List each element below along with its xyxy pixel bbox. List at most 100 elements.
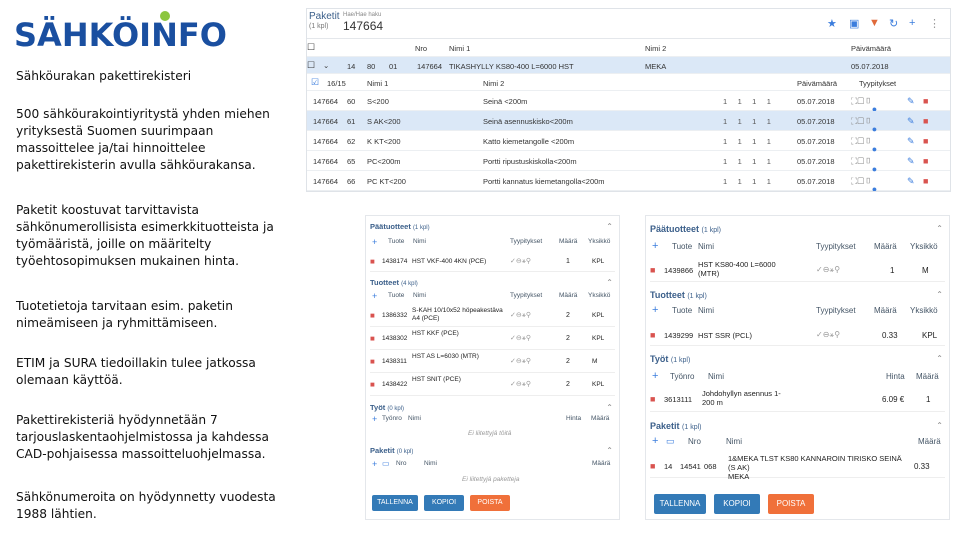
- trash-icon[interactable]: ■: [370, 311, 375, 320]
- refresh-icon[interactable]: ↻: [889, 17, 898, 30]
- save-button[interactable]: TALLENNA: [654, 494, 706, 514]
- type-icons[interactable]: ✓⊖⚹⚲: [510, 257, 531, 266]
- add-icon[interactable]: +: [652, 304, 658, 316]
- trash-icon[interactable]: ■: [923, 176, 928, 186]
- delete-button[interactable]: POISTA: [470, 495, 510, 511]
- collapse-icon[interactable]: ⌃: [606, 446, 613, 455]
- type-icons[interactable]: ✓⊖⚹⚲: [510, 380, 531, 389]
- package-row[interactable]: ■ 14 14541 068 1&MEKA TLST KS80 KANNAROI…: [650, 452, 945, 481]
- trash-icon[interactable]: ■: [650, 265, 655, 275]
- folder-icon[interactable]: ▭: [382, 459, 390, 468]
- package-editor-large: Päätuotteet (1 kpl) ⌃ + Tuote Nimi Tyypi…: [645, 215, 950, 520]
- intro-paragraph-6: Sähkönumeroita on hyödynnetty vuodesta 1…: [16, 490, 276, 521]
- row-action-icons[interactable]: ⛶▢▯ ●: [851, 96, 877, 114]
- edit-icon[interactable]: ✎: [907, 136, 915, 147]
- add-icon[interactable]: +: [372, 291, 377, 301]
- copy-button[interactable]: KOPIOI: [714, 494, 760, 514]
- add-icon[interactable]: +: [652, 435, 658, 447]
- product-row[interactable]: ■ 1386332 S-KAH 10/10x52 höpeakestäva A4 (…: [370, 304, 615, 327]
- intro-paragraph-2: Paketit koostuvat tarvittavista sähkönum…: [16, 203, 274, 268]
- search-value[interactable]: 147664: [343, 19, 383, 33]
- trash-icon[interactable]: ■: [923, 136, 928, 146]
- edit-icon[interactable]: ✎: [907, 156, 915, 167]
- row-action-icons[interactable]: ⛶▢▯ ●: [851, 156, 877, 174]
- folder-icon[interactable]: ▭: [666, 436, 675, 447]
- logo-dot-icon: [160, 11, 170, 21]
- delete-button[interactable]: POISTA: [768, 494, 814, 514]
- save-icon[interactable]: ▣: [849, 17, 859, 30]
- products-title: Tuotteet (4 kpl): [370, 278, 418, 287]
- type-icons[interactable]: ✓⊖⚹⚲: [816, 265, 840, 275]
- row-checkbox[interactable]: ☐: [307, 60, 315, 71]
- col-date[interactable]: Päivämäärä: [851, 44, 891, 53]
- type-icons[interactable]: ✓⊖⚹⚲: [816, 330, 840, 340]
- copy-button[interactable]: KOPIOI: [424, 495, 464, 511]
- subtable-header: ☑ 16/15 Nimi 1 Nimi 2 Päivämäärä Tyypity…: [307, 74, 950, 91]
- col-nimi1[interactable]: Nimi 1: [449, 44, 470, 53]
- sahkoinfo-logo: SÄHKÖINFO: [14, 11, 227, 54]
- filter-icon[interactable]: ▼: [869, 17, 880, 29]
- package-list-screenshot: Paketit (1 kpl) Hae/Hae haku 147664 ★ ▣ …: [306, 8, 951, 192]
- table-row[interactable]: 147664 66 PC KT<200 Portti kannatus kiemeta…: [307, 171, 950, 191]
- trash-icon[interactable]: ■: [370, 380, 375, 389]
- sub-checkbox[interactable]: ☑: [311, 77, 319, 88]
- type-icons[interactable]: ✓⊖⚹⚲: [510, 334, 531, 343]
- trash-icon[interactable]: ■: [650, 394, 655, 404]
- table-row[interactable]: 147664 61 S AK<200 Seinä asennuskisko<200m 1…: [307, 111, 950, 134]
- star-icon[interactable]: ★: [827, 17, 837, 30]
- trash-icon[interactable]: ■: [923, 156, 928, 166]
- package-editor-small: Päätuotteet (1 kpl) ⌃ + Tuote Nimi Tyypi…: [365, 215, 620, 520]
- add-icon[interactable]: +: [372, 237, 377, 247]
- collapse-icon[interactable]: ⌃: [936, 354, 943, 363]
- trash-icon[interactable]: ■: [650, 461, 655, 471]
- save-button[interactable]: TALLENNA: [372, 495, 418, 511]
- add-icon[interactable]: +: [372, 414, 377, 424]
- table-row[interactable]: 147664 62 K KT<200 Katto kiemetangolle <200…: [307, 131, 950, 154]
- collapse-icon[interactable]: ⌃: [606, 222, 613, 231]
- product-row[interactable]: ■ 1438311 HST AS L=6030 (MTR) ✓⊖⚹⚲ 2 M: [370, 350, 615, 373]
- product-row[interactable]: ■ 1438302 HST KKF (PCE) ✓⊖⚹⚲ 2 KPL: [370, 327, 615, 350]
- packages-title: Paketit (0 kpl): [370, 446, 414, 455]
- intro-paragraph-3: Tuotetietoja tarvitaan esim. paketin nim…: [16, 299, 233, 330]
- collapse-icon[interactable]: ⌃: [606, 403, 613, 412]
- select-all-checkbox[interactable]: ☐: [307, 42, 315, 53]
- collapse-icon[interactable]: ⌃: [936, 421, 943, 430]
- trash-icon[interactable]: ■: [650, 330, 655, 340]
- main-product-row[interactable]: ■ 1438174 HST VKF-400 4KN (PCE) ✓⊖⚹⚲ 1 K…: [370, 252, 615, 272]
- expand-icon[interactable]: ⌄: [323, 61, 329, 70]
- main-product-row[interactable]: ■ 1439866 HST KS80-400 L=6000 (MTR) ✓⊖⚹⚲…: [650, 258, 945, 282]
- edit-icon[interactable]: ✎: [907, 96, 915, 107]
- table-row[interactable]: 147664 60 S<200 Seinä <200m 1 1 1 1 05.07.201…: [307, 91, 950, 114]
- menu-icon[interactable]: ⋮: [929, 17, 940, 30]
- trash-icon[interactable]: ■: [370, 357, 375, 366]
- table-row[interactable]: 147664 65 PC<200m Portti ripustuskiskolla<2…: [307, 151, 950, 174]
- product-row[interactable]: ■ 1438422 HST SNIT (PCE) ✓⊖⚹⚲ 2 KPL: [370, 373, 615, 396]
- col-nimi2[interactable]: Nimi 2: [645, 44, 666, 53]
- row-action-icons[interactable]: ⛶▢▯ ●: [851, 116, 877, 134]
- row-action-icons[interactable]: ⛶▢▯ ●: [851, 136, 877, 154]
- collapse-icon[interactable]: ⌃: [606, 278, 613, 287]
- search-label: Hae/Hae haku: [343, 12, 382, 18]
- type-icons[interactable]: ✓⊖⚹⚲: [510, 357, 531, 366]
- type-icons[interactable]: ✓⊖⚹⚲: [510, 311, 531, 320]
- count-cells: 1 1 1 1: [723, 177, 771, 186]
- edit-icon[interactable]: ✎: [907, 176, 915, 187]
- table-row-main[interactable]: ☐ ⌄ 14 80 01 147664 TIKASHYLLY KS80-400 …: [307, 57, 950, 74]
- row-name: TIKASHYLLY KS80-400 L=6000 HST: [449, 62, 574, 71]
- collapse-icon[interactable]: ⌃: [936, 290, 943, 299]
- row-action-icons[interactable]: ⛶▢▯ ●: [851, 176, 877, 191]
- work-row[interactable]: ■ 3613111 Johdohyllyn asennus 1-200 m 6.…: [650, 386, 945, 412]
- collapse-icon[interactable]: ⌃: [936, 224, 943, 233]
- trash-icon[interactable]: ■: [370, 257, 375, 266]
- trash-icon[interactable]: ■: [923, 96, 928, 106]
- col-nro[interactable]: Nro: [415, 44, 427, 53]
- add-icon[interactable]: +: [372, 459, 377, 469]
- add-icon[interactable]: +: [909, 17, 915, 29]
- add-icon[interactable]: +: [652, 370, 658, 382]
- trash-icon[interactable]: ■: [923, 116, 928, 126]
- count-cells: 1 1 1 1: [723, 117, 771, 126]
- trash-icon[interactable]: ■: [370, 334, 375, 343]
- add-icon[interactable]: +: [652, 240, 658, 252]
- product-row[interactable]: ■ 1439299 HST SSR (PCL) ✓⊖⚹⚲ 0.33 KPL: [650, 324, 945, 346]
- edit-icon[interactable]: ✎: [907, 116, 915, 127]
